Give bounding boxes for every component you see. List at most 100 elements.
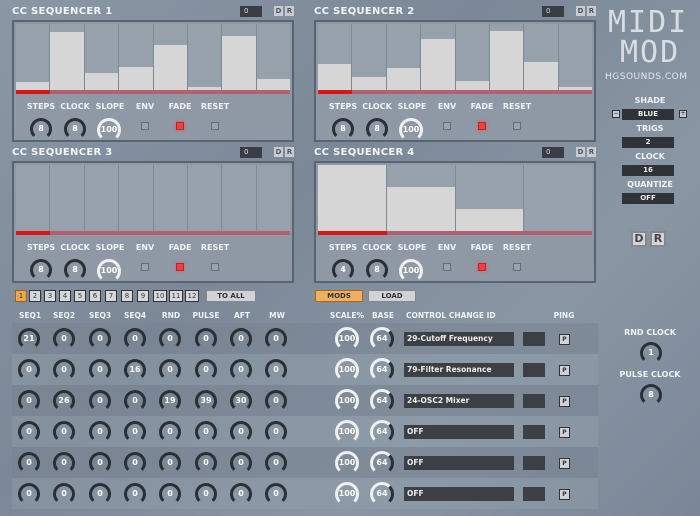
- seq1-amount-knob[interactable]: 21: [18, 328, 40, 350]
- scale-knob[interactable]: 100: [335, 358, 359, 382]
- shade-prev-button[interactable]: −: [612, 110, 620, 118]
- clock-value[interactable]: 16: [622, 165, 674, 176]
- seq3-amount-knob[interactable]: 0: [89, 359, 111, 381]
- control-change-id-field[interactable]: OFF: [404, 425, 514, 439]
- step-bar-8[interactable]: [256, 24, 290, 90]
- step-bar-3[interactable]: [455, 165, 525, 231]
- fade-checkbox[interactable]: [478, 263, 486, 271]
- reset-checkbox[interactable]: [211, 263, 219, 271]
- step-bar-7[interactable]: [222, 24, 257, 90]
- seq3-amount-knob[interactable]: 0: [89, 328, 111, 350]
- global-d-button[interactable]: D: [631, 231, 647, 247]
- base-knob[interactable]: 64: [370, 420, 394, 444]
- cc-value-box[interactable]: [523, 456, 545, 470]
- sequencer-r-button[interactable]: R: [587, 147, 596, 157]
- load-button[interactable]: LOAD: [368, 290, 416, 302]
- sequencer-value-field[interactable]: 0: [542, 6, 564, 17]
- step-bar-5[interactable]: [153, 24, 188, 90]
- step-bar-8[interactable]: [256, 165, 290, 231]
- shade-next-button[interactable]: +: [679, 110, 687, 118]
- aft-amount-knob[interactable]: 0: [230, 483, 252, 505]
- control-change-id-field[interactable]: 29-Cutoff Frequency: [404, 332, 514, 346]
- cc-value-box[interactable]: [523, 425, 545, 439]
- scale-knob[interactable]: 100: [335, 327, 359, 351]
- aft-amount-knob[interactable]: 0: [230, 359, 252, 381]
- pulse-clock-knob[interactable]: 8: [640, 384, 662, 406]
- env-checkbox[interactable]: [141, 122, 149, 130]
- clock-knob[interactable]: 8: [64, 118, 86, 140]
- cc-value-box[interactable]: [523, 487, 545, 501]
- seq4-amount-knob[interactable]: 0: [124, 421, 146, 443]
- rnd-clock-knob[interactable]: 1: [640, 342, 662, 364]
- slot-button-8[interactable]: 8: [121, 290, 133, 302]
- fade-checkbox[interactable]: [176, 122, 184, 130]
- seq2-amount-knob[interactable]: 26: [53, 390, 75, 412]
- slot-button-6[interactable]: 6: [89, 290, 101, 302]
- scale-knob[interactable]: 100: [335, 389, 359, 413]
- rnd-amount-knob[interactable]: 0: [159, 452, 181, 474]
- step-bar-1[interactable]: [16, 24, 51, 90]
- reset-checkbox[interactable]: [513, 122, 521, 130]
- cc-value-box[interactable]: [523, 394, 545, 408]
- sequencer-d-button[interactable]: D: [576, 147, 585, 157]
- sequencer-r-button[interactable]: R: [587, 6, 596, 16]
- seq1-amount-knob[interactable]: 0: [18, 421, 40, 443]
- scale-knob[interactable]: 100: [335, 482, 359, 506]
- mw-amount-knob[interactable]: 0: [265, 421, 287, 443]
- seq2-amount-knob[interactable]: 0: [53, 452, 75, 474]
- fade-checkbox[interactable]: [478, 122, 486, 130]
- fade-checkbox[interactable]: [176, 263, 184, 271]
- slope-knob[interactable]: 100: [97, 259, 121, 283]
- pulse-amount-knob[interactable]: 39: [195, 390, 217, 412]
- slot-button-3[interactable]: 3: [44, 290, 56, 302]
- seq1-amount-knob[interactable]: 0: [18, 483, 40, 505]
- mw-amount-knob[interactable]: 0: [265, 359, 287, 381]
- aft-amount-knob[interactable]: 0: [230, 421, 252, 443]
- mw-amount-knob[interactable]: 0: [265, 328, 287, 350]
- seq3-amount-knob[interactable]: 0: [89, 483, 111, 505]
- seq1-amount-knob[interactable]: 0: [18, 452, 40, 474]
- pulse-amount-knob[interactable]: 0: [195, 328, 217, 350]
- sequencer-value-field[interactable]: 0: [542, 147, 564, 158]
- steps-knob[interactable]: 8: [30, 259, 52, 281]
- mw-amount-knob[interactable]: 0: [265, 452, 287, 474]
- step-bar-3[interactable]: [84, 165, 120, 231]
- seq2-amount-knob[interactable]: 0: [53, 421, 75, 443]
- env-checkbox[interactable]: [443, 122, 451, 130]
- control-change-id-field[interactable]: OFF: [404, 487, 514, 501]
- quantize-value[interactable]: OFF: [622, 193, 674, 204]
- slot-button-5[interactable]: 5: [74, 290, 86, 302]
- slot-button-7[interactable]: 7: [105, 290, 117, 302]
- seq4-amount-knob[interactable]: 0: [124, 328, 146, 350]
- seq3-amount-knob[interactable]: 0: [89, 421, 111, 443]
- slot-button-2[interactable]: 2: [29, 290, 41, 302]
- control-change-id-field[interactable]: OFF: [404, 456, 514, 470]
- reset-checkbox[interactable]: [211, 122, 219, 130]
- mw-amount-knob[interactable]: 0: [265, 390, 287, 412]
- step-bar-5[interactable]: [455, 24, 490, 90]
- slot-button-1[interactable]: 1: [15, 290, 27, 302]
- step-bar-4[interactable]: [119, 165, 154, 231]
- ping-button[interactable]: P: [559, 427, 570, 438]
- slope-knob[interactable]: 100: [97, 118, 121, 142]
- trigs-value[interactable]: 2: [622, 137, 674, 148]
- base-knob[interactable]: 64: [370, 358, 394, 382]
- pulse-amount-knob[interactable]: 0: [195, 483, 217, 505]
- step-bar-6[interactable]: [187, 165, 223, 231]
- step-bar-2[interactable]: [50, 165, 85, 231]
- step-bar-2[interactable]: [386, 165, 456, 231]
- seq4-amount-knob[interactable]: 0: [124, 452, 146, 474]
- to-all-button[interactable]: TO ALL: [206, 290, 256, 302]
- sequencer-value-field[interactable]: 0: [240, 6, 262, 17]
- ping-button[interactable]: P: [559, 334, 570, 345]
- rnd-amount-knob[interactable]: 0: [159, 483, 181, 505]
- ping-button[interactable]: P: [559, 458, 570, 469]
- scale-knob[interactable]: 100: [335, 420, 359, 444]
- step-bar-2[interactable]: [50, 24, 85, 90]
- slot-button-9[interactable]: 9: [137, 290, 149, 302]
- scale-knob[interactable]: 100: [335, 451, 359, 475]
- steps-knob[interactable]: 8: [30, 118, 52, 140]
- reset-checkbox[interactable]: [513, 263, 521, 271]
- step-bar-2[interactable]: [352, 24, 387, 90]
- ping-button[interactable]: P: [559, 489, 570, 500]
